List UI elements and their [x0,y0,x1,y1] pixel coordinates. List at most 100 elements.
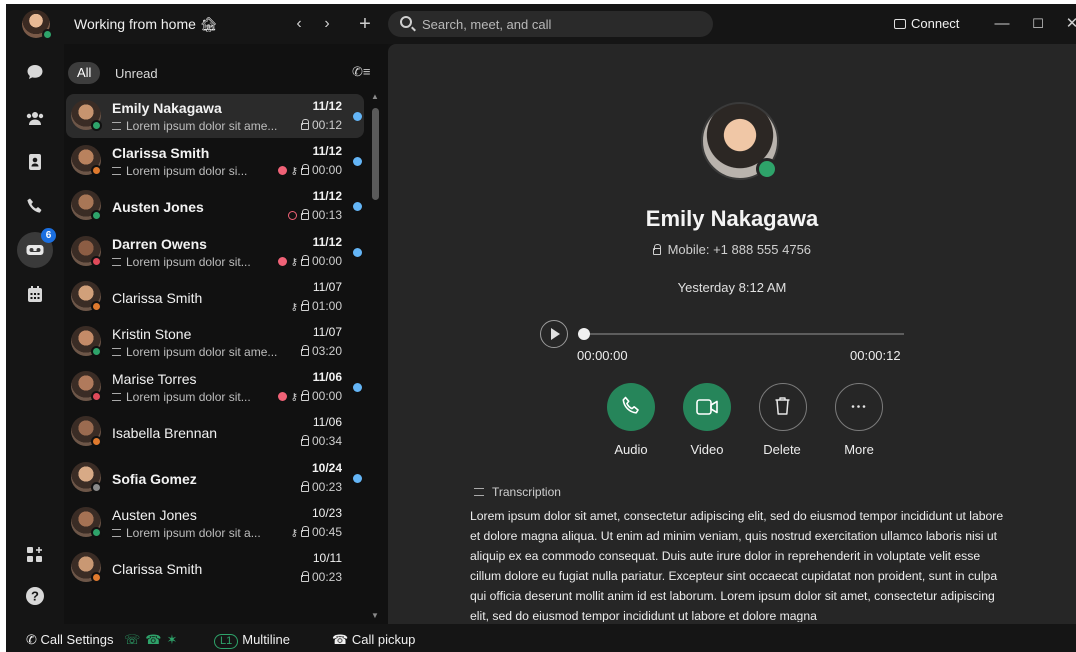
workspace-status[interactable]: Working from home 🏚 [74,16,218,33]
voicemail-row[interactable]: Clarissa Smith 11/07 ⚷ 01:00 [66,275,364,319]
voicemail-row[interactable]: Austen Jones 11/12 00:13 [66,184,364,228]
contact-presence-indicator [756,158,778,180]
search-input[interactable] [422,15,702,33]
unread-dot [353,247,362,257]
lock-icon [300,254,309,266]
presence-indicator [91,436,102,448]
multiline-button[interactable]: L1 Multiline [214,632,290,649]
voicemail-date: 11/12 [312,189,342,204]
transcript-icon [112,528,121,537]
voicemail-row[interactable]: Clarissa Smith 10/11 00:23 [66,546,364,590]
voicemail-date: 10/11 [312,551,342,565]
presence-indicator [91,120,102,131]
playback-scrubber[interactable] [578,328,590,340]
audio-label: Audio [614,442,648,457]
transcription-heading: Transcription [474,485,561,499]
voicemail-duration: 00:13 [311,208,342,223]
connect-device-icon [894,19,906,29]
voicemail-row[interactable]: Isabella Brennan 11/06 00:34 [66,410,364,454]
preview-line: Lorem ipsum dolor sit... [112,390,290,404]
handset-icon: ☎ [145,632,167,647]
connect-button[interactable]: Connect [894,16,959,31]
voicemail-row[interactable]: Clarissa Smith Lorem ipsum dolor si... 11/… [66,139,364,183]
voicemail-meta: 03:20 [300,344,342,358]
voicemail-meta: 00:12 [300,118,342,132]
plus-icon[interactable]: + [354,13,376,35]
contact-name: Darren Owens [112,235,207,252]
bluetooth-icon: ✶ [166,632,183,647]
search-bar[interactable] [388,11,713,37]
voicemail-row[interactable]: Austen Jones Lorem ipsum dolor sit a... 10… [66,501,364,545]
presence-indicator [91,165,102,177]
video-label: Video [690,442,724,457]
call-list-settings-icon[interactable]: ✆≡ [352,64,370,82]
video-icon [696,399,718,415]
playback-track[interactable] [584,333,904,335]
voicemail-meta: 00:23 [300,480,342,494]
call-pickup-button[interactable]: ☎ Call pickup [332,632,415,648]
playback-position: 00:00:00 [577,348,628,363]
delete-button[interactable] [759,383,807,431]
voicemail-duration: 00:23 [311,570,342,584]
back-arrow-icon[interactable]: ‹ [288,13,310,35]
preview-line: Lorem ipsum dolor sit ame... [112,345,290,359]
transcript-preview: Lorem ipsum dolor sit... [126,390,251,405]
list-scrollbar[interactable]: ▲ ▼ [371,90,379,620]
scrollbar-thumb[interactable] [372,108,379,200]
key-icon: ⚷ [290,256,298,268]
contact-name: Clarissa Smith [112,289,203,306]
voicemail-row[interactable]: Kristin Stone Lorem ipsum dolor sit ame..… [66,320,364,364]
calendar-icon[interactable] [17,276,53,312]
voicemail-meta: ⚷ 00:00 [277,389,342,404]
more-button[interactable] [835,383,883,431]
playback-length: 00:00:12 [850,348,901,363]
transcript-preview: Lorem ipsum dolor si... [126,164,248,179]
apps-icon[interactable] [17,537,53,573]
call-status-icons: ☏☎✶ [124,632,182,648]
filter-all-tab[interactable]: All [68,62,101,84]
minimize-icon[interactable]: — [992,14,1012,34]
close-icon[interactable]: ✕ [1062,14,1076,34]
filter-unread-tab[interactable]: Unread [115,66,158,81]
voicemail-date: 11/12 [312,234,342,249]
key-icon: ⚷ [290,527,298,539]
contacts-icon[interactable] [17,144,53,180]
presence-indicator [91,391,102,403]
contact-name: Clarissa Smith [112,145,210,162]
lock-icon [300,119,309,130]
call-settings-button[interactable]: ✆​ Call Settings [26,632,114,648]
video-call-button[interactable] [683,383,731,431]
voicemail-duration: 00:12 [311,118,342,132]
audio-call-button[interactable] [607,383,655,431]
call-pickup-icon: ☎ [332,632,349,647]
contact-name: Clarissa Smith [112,561,203,577]
help-icon[interactable]: ? [17,578,53,614]
voicemail-row[interactable]: Emily Nakagawa Lorem ipsum dolor sit ame.… [66,94,364,138]
contact-mobile: Mobile: +1 888 555 4756 [388,242,1076,257]
play-icon[interactable] [540,320,568,348]
unread-dot [353,473,362,483]
scroll-up-icon[interactable]: ▲ [371,92,379,101]
more-label: More [844,442,874,457]
voicemail-meta: ⚷ 01:00 [291,299,342,313]
more-icon [851,405,866,408]
voicemail-row[interactable]: Darren Owens Lorem ipsum dolor sit... 11/1… [66,230,364,274]
voicemail-icon[interactable]: 6 [17,228,56,268]
lock-icon [300,164,309,176]
forward-arrow-icon[interactable]: › [316,13,338,35]
scroll-down-icon[interactable]: ▼ [371,611,379,620]
key-icon: ⚷ [290,392,298,404]
status-footer: ✆​ Call Settings ☏☎✶ L1 Multiline ☎ Call … [6,624,1076,652]
calling-icon[interactable] [17,188,53,224]
presence-indicator [91,210,102,222]
messaging-icon[interactable] [17,54,53,90]
contact-name: Austen Jones [112,199,204,216]
voicemail-duration: 03:20 [311,344,342,358]
maximize-icon[interactable]: ☐ [1028,14,1048,34]
voicemail-row[interactable]: Marise Torres Lorem ipsum dolor sit... 11/… [66,365,364,409]
teams-icon[interactable] [17,100,53,136]
voicemail-row[interactable]: Sofia Gomez 10/24 00:23 [66,456,364,500]
voicemail-timestamp: Yesterday 8:12 AM [677,280,787,295]
preview-line: Lorem ipsum dolor sit a... [112,526,290,540]
contact-name: Marise Torres [112,371,197,388]
